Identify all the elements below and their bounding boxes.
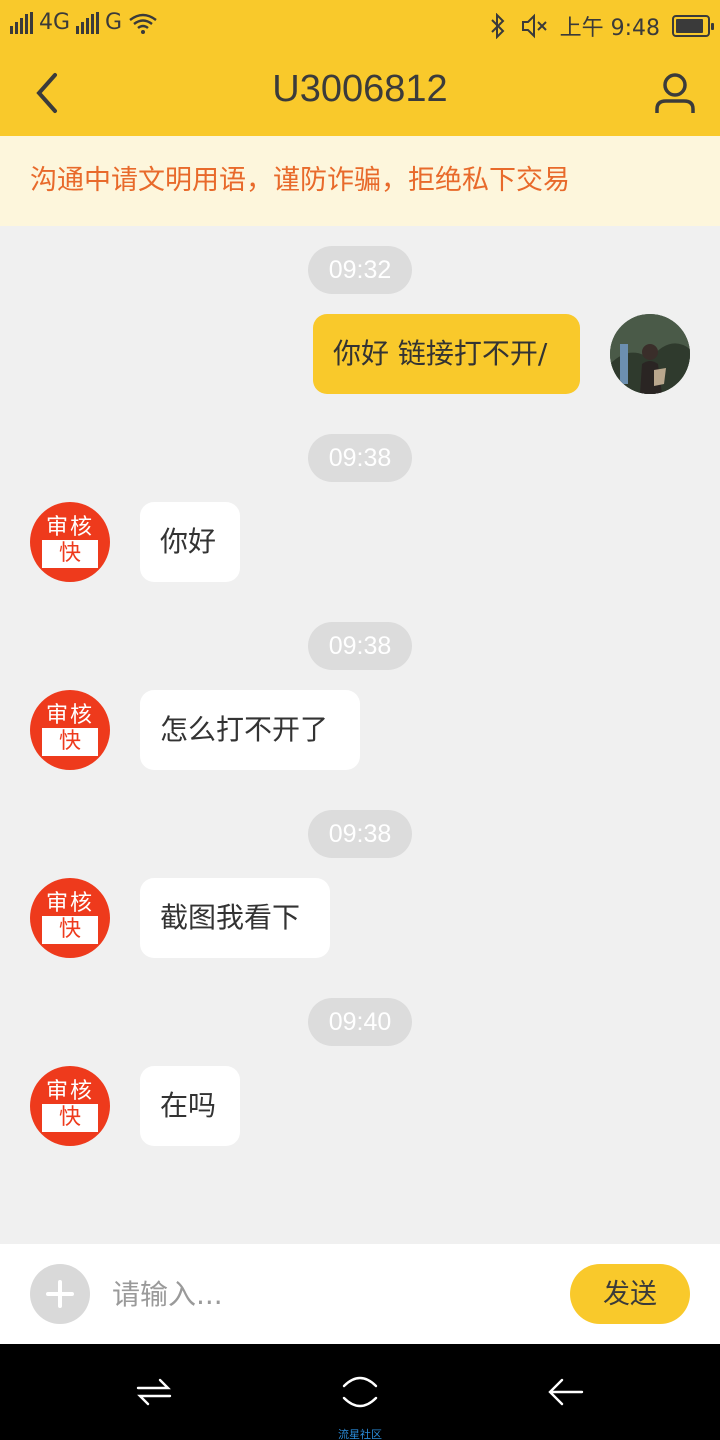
avatar-text-top: 审核 [45, 703, 94, 728]
timestamp: 09:38 [308, 810, 412, 858]
timestamp: 09:32 [308, 246, 412, 294]
back-nav-button[interactable] [542, 1368, 590, 1416]
network-type-label-2: G [105, 10, 123, 35]
message-input[interactable] [112, 1269, 552, 1319]
status-bar: 4G G 上午 9:48 [0, 0, 720, 50]
message-input-bar: 发送 [0, 1244, 720, 1344]
home-diamond-icon [342, 1376, 378, 1408]
system-nav-bar: 流星社区 [0, 1344, 720, 1440]
network-type-label: 4G [39, 10, 71, 35]
contact-avatar[interactable]: 审核 快 [30, 878, 110, 958]
signal-strength-icon-2 [76, 11, 100, 34]
avatar-text-top: 审核 [45, 1079, 94, 1104]
avatar-text-bottom: 快 [42, 540, 98, 568]
avatar-photo-image [610, 314, 690, 394]
battery-icon [672, 15, 714, 37]
avatar-text-bottom: 快 [42, 916, 98, 944]
contact-avatar[interactable]: 审核 快 [30, 690, 110, 770]
chat-header: U3006812 [0, 50, 720, 136]
add-attachment-button[interactable] [30, 1264, 90, 1324]
bluetooth-icon [490, 13, 505, 39]
avatar-text-bottom: 快 [42, 728, 98, 756]
status-left: 4G G [10, 10, 158, 35]
send-button[interactable]: 发送 [570, 1264, 690, 1324]
contact-avatar[interactable]: 审核 快 [30, 502, 110, 582]
signal-strength-icon [10, 11, 33, 34]
safety-notice: 沟通中请文明用语，谨防诈骗，拒绝私下交易 [0, 136, 720, 226]
timestamp: 09:40 [308, 998, 412, 1046]
mute-icon [521, 13, 547, 39]
message-bubble-incoming[interactable]: 截图我看下 [140, 878, 330, 958]
profile-button[interactable] [650, 68, 700, 118]
clock: 上午 9:48 [559, 16, 660, 41]
page-title: U3006812 [272, 68, 448, 110]
message-bubble-outgoing[interactable]: 你好 链接打不开/ [313, 314, 580, 394]
plus-icon [46, 1280, 74, 1308]
timestamp: 09:38 [308, 622, 412, 670]
recent-apps-button[interactable] [130, 1368, 178, 1416]
wifi-icon [129, 13, 157, 34]
message-bubble-incoming[interactable]: 你好 [140, 502, 240, 582]
watermark-text: 流星社区 [338, 1428, 382, 1440]
contact-avatar[interactable]: 审核 快 [30, 1066, 110, 1146]
my-avatar[interactable] [610, 314, 690, 394]
home-button[interactable] [336, 1368, 384, 1416]
message-bubble-incoming[interactable]: 在吗 [140, 1066, 240, 1146]
avatar-text-top: 审核 [45, 515, 94, 540]
message-bubble-incoming[interactable]: 怎么打不开了 [140, 690, 360, 770]
back-arrow-icon [548, 1378, 584, 1406]
battery-level [676, 19, 703, 33]
chat-area[interactable]: 09:32 你好 链接打不开/ 09:38 审核 快 你好 09:38 审核 快… [0, 226, 720, 1244]
status-right: 上午 9:48 [488, 10, 714, 42]
timestamp: 09:38 [308, 434, 412, 482]
switch-arrows-icon [136, 1378, 172, 1406]
avatar-text-bottom: 快 [42, 1104, 98, 1132]
user-icon [655, 73, 695, 113]
avatar-text-top: 审核 [45, 891, 94, 916]
